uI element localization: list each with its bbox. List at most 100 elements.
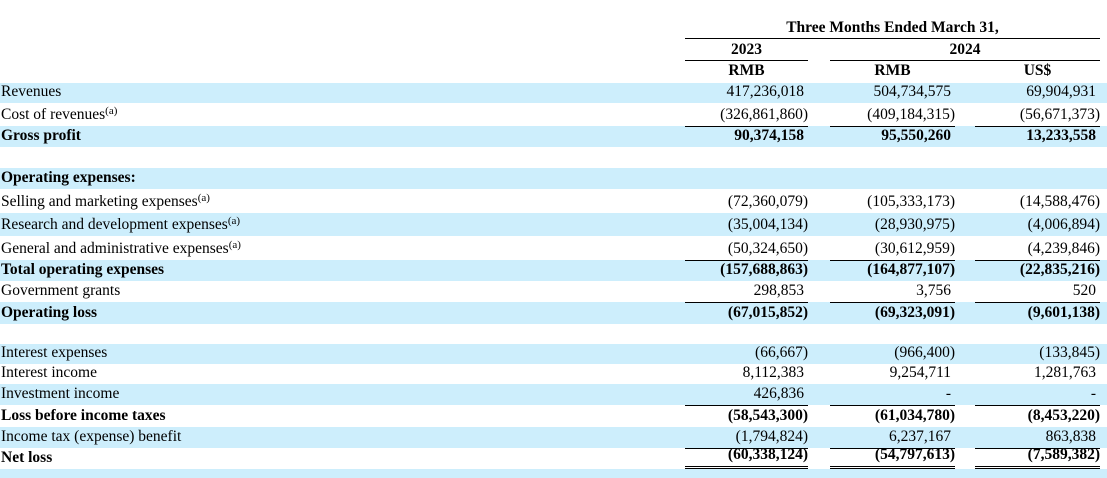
row-label-text: Net loss bbox=[1, 449, 53, 466]
value-cell: (157,688,863) bbox=[685, 260, 808, 281]
value-cell: (66,667) bbox=[685, 344, 808, 364]
row-label-text: Total operating expenses bbox=[1, 261, 165, 278]
row-label: Total operating expenses bbox=[1, 261, 164, 279]
value-text: 863,838 bbox=[1045, 428, 1096, 445]
currency-header-2024-rmb: RMB bbox=[874, 62, 911, 79]
row-label: Operating expenses: bbox=[1, 169, 136, 187]
value-text: (30,612,959) bbox=[874, 240, 955, 257]
value-cell: (7,589,382) bbox=[975, 446, 1100, 469]
value-cell: (56,671,373) bbox=[975, 103, 1100, 126]
value-text: (54,797,613) bbox=[874, 446, 955, 463]
footnote-marker: (a) bbox=[197, 192, 210, 204]
row-label-text: Selling and marketing expenses bbox=[1, 193, 198, 210]
table-row: Net loss (60,338,124) (54,797,613) (7,589,3… bbox=[0, 446, 1107, 469]
value-cell: 90,374,158 bbox=[685, 126, 808, 147]
value-text: (164,877,107) bbox=[867, 261, 955, 278]
value-text: 1,281,763 bbox=[1034, 364, 1096, 381]
value-text: (28,930,975) bbox=[874, 216, 955, 233]
row-label-text: General and administrative expenses bbox=[1, 240, 229, 257]
value-cell: (22,835,216) bbox=[975, 260, 1100, 281]
row-label: Operating loss bbox=[1, 304, 97, 322]
row-label-text: Interest expenses bbox=[1, 344, 108, 361]
spacer-row bbox=[0, 469, 1107, 478]
value-text: (133,845) bbox=[1039, 344, 1100, 361]
value-text: (50,324,650) bbox=[727, 240, 808, 257]
value-cell: 298,853 bbox=[685, 281, 808, 302]
row-label-text: Interest income bbox=[1, 364, 97, 381]
value-cell: 3,756 bbox=[830, 281, 955, 302]
value-text: 504,734,575 bbox=[873, 83, 952, 100]
row-label: Gross profit bbox=[1, 127, 81, 145]
footnote-marker: (a) bbox=[227, 215, 241, 227]
value-cell: (8,453,220) bbox=[975, 405, 1100, 427]
row-label-text: Operating loss bbox=[1, 304, 98, 321]
value-cell: 69,904,931 bbox=[975, 83, 1100, 103]
value-text: (7,589,382) bbox=[1027, 446, 1100, 463]
value-cell: (1,794,824) bbox=[685, 427, 808, 448]
value-cell: 426,836 bbox=[685, 384, 808, 405]
value-text: (69,323,091) bbox=[874, 304, 955, 321]
table-row: Research and development expenses(a) (35,… bbox=[0, 213, 1107, 236]
year-header-2024: 2024 bbox=[949, 41, 981, 58]
value-text: (66,667) bbox=[755, 344, 808, 361]
footnote-marker: (a) bbox=[228, 239, 241, 251]
value-text: 298,853 bbox=[753, 282, 804, 299]
value-text: (4,006,894) bbox=[1027, 216, 1100, 233]
period-header: Three Months Ended March 31, bbox=[786, 19, 999, 36]
value-cell: 95,550,260 bbox=[830, 126, 955, 147]
value-cell: (105,333,173) bbox=[830, 189, 955, 213]
value-text: 3,756 bbox=[916, 282, 951, 299]
table-row: Gross profit 90,374,158 95,550,260 13,233,5… bbox=[0, 126, 1107, 147]
value-text: 8,112,383 bbox=[742, 364, 804, 381]
table-row: Revenues 417,236,018 504,734,575 69,904,931 bbox=[0, 83, 1107, 103]
value-text: (67,015,852) bbox=[727, 304, 808, 321]
value-text: (1,794,824) bbox=[735, 428, 808, 445]
value-cell: (50,324,650) bbox=[685, 236, 808, 260]
value-cell: (326,861,860) bbox=[685, 103, 808, 126]
row-label-text: Operating expenses: bbox=[1, 169, 136, 186]
value-cell: 417,236,018 bbox=[685, 83, 808, 103]
year-2024-underline bbox=[830, 60, 1100, 61]
table-row: Cost of revenues(a) (326,861,860) (409,184… bbox=[0, 103, 1107, 126]
value-text: (105,333,173) bbox=[867, 193, 955, 210]
value-cell: 13,233,558 bbox=[975, 126, 1100, 147]
value-cell: (133,845) bbox=[975, 344, 1100, 364]
row-label: Government grants bbox=[1, 282, 120, 300]
row-label-text: Cost of revenues bbox=[1, 106, 106, 123]
row-label-text: Revenues bbox=[1, 83, 62, 100]
table-row: Government grants 298,853 3,756 520 bbox=[0, 281, 1107, 302]
value-text: 6,237,167 bbox=[889, 428, 951, 445]
value-cell: 1,281,763 bbox=[975, 364, 1100, 384]
currency-header-2024-usd: US$ bbox=[1023, 62, 1052, 79]
value-cell: (164,877,107) bbox=[830, 260, 955, 281]
table-row: Interest income 8,112,383 9,254,711 1,281,7… bbox=[0, 364, 1107, 384]
row-label: Interest income bbox=[1, 364, 97, 382]
value-text: 69,904,931 bbox=[1026, 83, 1096, 100]
row-label: General and administrative expenses(a) bbox=[1, 240, 241, 258]
value-cell: (67,015,852) bbox=[685, 302, 808, 324]
row-label: Interest expenses bbox=[1, 344, 107, 362]
row-label-text: Gross profit bbox=[1, 127, 81, 144]
value-text: 520 bbox=[1072, 282, 1096, 299]
row-label-text: Government grants bbox=[1, 282, 121, 299]
table-row: Loss before income taxes (58,543,300) (61,… bbox=[0, 405, 1107, 427]
value-text: (22,835,216) bbox=[1019, 261, 1100, 278]
row-label: Revenues bbox=[1, 83, 61, 101]
year-2023-underline bbox=[685, 60, 808, 61]
value-cell: (54,797,613) bbox=[830, 446, 955, 469]
value-text: (4,239,846) bbox=[1027, 240, 1100, 257]
table-row: Operating expenses: bbox=[0, 168, 1107, 189]
row-label: Investment income bbox=[1, 385, 119, 403]
value-text: (72,360,079) bbox=[727, 193, 808, 210]
value-cell: (409,184,315) bbox=[830, 103, 955, 126]
table-row: Investment income 426,836 - - bbox=[0, 384, 1107, 405]
value-cell: (4,006,894) bbox=[975, 213, 1100, 236]
row-label-text: Investment income bbox=[1, 385, 120, 402]
value-cell: 9,254,711 bbox=[830, 364, 955, 384]
value-cell: - bbox=[830, 384, 955, 405]
spacer-row bbox=[0, 147, 1107, 168]
row-label: Income tax (expense) benefit bbox=[1, 428, 181, 446]
value-text: 9,254,711 bbox=[889, 364, 951, 381]
value-cell: (30,612,959) bbox=[830, 236, 955, 260]
value-text: - bbox=[945, 385, 951, 402]
